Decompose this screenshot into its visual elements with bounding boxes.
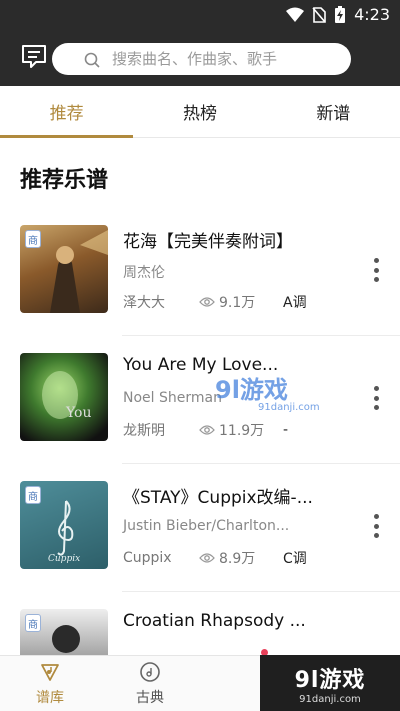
search-box[interactable] <box>52 43 351 75</box>
list-item[interactable]: 商 花海【完美伴奏附词】 周杰伦 泽大大 9.1万 A调 <box>0 222 400 350</box>
bottom-nav-classical[interactable]: 古典 <box>100 656 200 711</box>
score-meta: 龙斯明 11.9万 - <box>123 420 288 440</box>
section-title: 推荐乐谱 <box>20 168 109 193</box>
eye-icon <box>199 553 215 563</box>
cover-image: 商 <box>20 225 108 313</box>
message-icon[interactable] <box>20 43 48 71</box>
top-bar <box>0 32 400 86</box>
score-uploader: 泽大大 <box>123 295 165 311</box>
tab-hot[interactable]: 热榜 <box>133 86 266 137</box>
list-item[interactable]: You You Are My Love... Noel Sherman 龙斯明 … <box>0 350 400 478</box>
score-meta: 泽大大 9.1万 A调 <box>123 292 307 312</box>
score-title: 《STAY》Cuppix改编-... <box>123 488 313 508</box>
score-key: C调 <box>283 551 307 567</box>
score-uploader: Cuppix <box>123 550 172 566</box>
svg-text:Cuppix: Cuppix <box>48 554 80 564</box>
tab-bar: 推荐 热榜 新谱 <box>0 86 400 138</box>
status-time: 4:23 <box>354 5 390 24</box>
more-options-icon[interactable] <box>372 386 380 410</box>
bottom-nav-label: 谱库 <box>36 689 64 706</box>
battery-charging-icon <box>335 5 346 23</box>
score-artist: Noel Sherman <box>123 390 222 406</box>
wifi-icon <box>286 7 305 22</box>
watermark-logo: 9l游戏 <box>215 376 288 404</box>
status-icons: 4:23 <box>286 5 390 24</box>
score-artist: 周杰伦 <box>123 265 165 281</box>
bottom-nav-label: 古典 <box>136 689 164 706</box>
classical-disc-icon <box>140 661 160 682</box>
watermark-banner: 9l游戏 91danji.com <box>260 655 400 711</box>
bottom-nav-library[interactable]: 谱库 <box>0 656 100 711</box>
cover-image: Cuppix 商 <box>20 481 108 569</box>
svg-text:You: You <box>65 405 91 421</box>
score-uploader: 龙斯明 <box>123 423 165 439</box>
vendor-badge: 商 <box>25 614 41 632</box>
more-options-icon[interactable] <box>372 258 380 282</box>
eye-icon <box>199 297 215 307</box>
cover-image: You <box>20 353 108 441</box>
score-key: A调 <box>283 295 307 311</box>
score-key: - <box>283 422 289 438</box>
score-library-icon <box>41 663 59 681</box>
search-input[interactable] <box>82 50 322 68</box>
score-meta: Cuppix 8.9万 C调 <box>123 548 307 568</box>
score-list: 商 花海【完美伴奏附词】 周杰伦 泽大大 9.1万 A调 You You Are… <box>0 222 400 711</box>
score-title: Croatian Rhapsody ... <box>123 611 306 631</box>
more-options-icon[interactable] <box>372 514 380 538</box>
cover-art: You <box>42 371 91 421</box>
vendor-badge: 商 <box>25 230 41 248</box>
divider <box>122 591 400 592</box>
tab-recommend[interactable]: 推荐 <box>0 86 134 138</box>
divider <box>122 463 400 464</box>
score-views: 11.9万 <box>219 423 265 439</box>
eye-icon <box>199 425 215 435</box>
no-sim-icon <box>312 6 326 23</box>
watermark-url: 91danji.com <box>258 402 320 413</box>
status-bar: 4:23 <box>0 0 400 32</box>
score-views: 9.1万 <box>219 295 256 311</box>
list-item[interactable]: Cuppix 商 《STAY》Cuppix改编-... Justin Biebe… <box>0 478 400 606</box>
watermark-url: 91danji.com <box>299 693 361 705</box>
divider <box>122 335 400 336</box>
watermark-logo: 9l游戏 <box>294 667 366 693</box>
search-icon <box>84 52 100 68</box>
score-artist: Justin Bieber/Charlton... <box>123 518 290 534</box>
score-views: 8.9万 <box>219 551 256 567</box>
score-title: 花海【完美伴奏附词】 <box>123 232 293 252</box>
vendor-badge: 商 <box>25 486 41 504</box>
tab-new[interactable]: 新谱 <box>267 86 400 137</box>
